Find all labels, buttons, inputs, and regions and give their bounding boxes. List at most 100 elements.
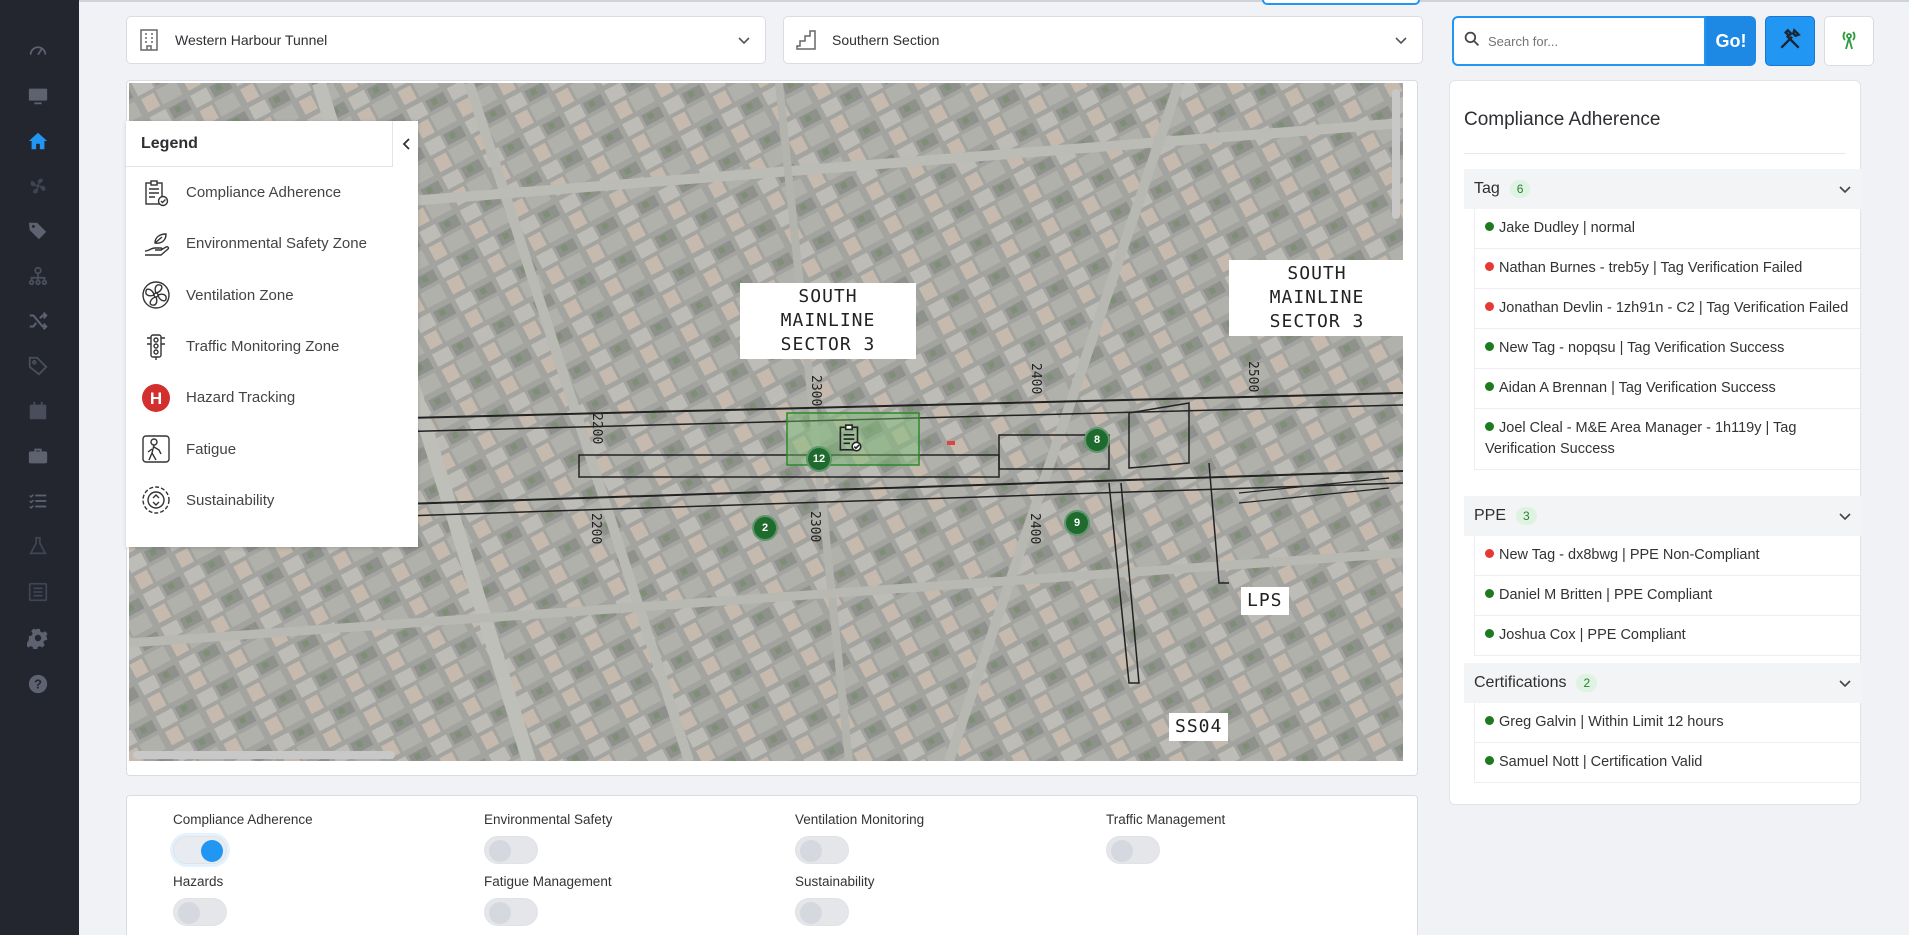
- legend-item-label: Hazard Tracking: [186, 389, 296, 407]
- chevron-down-icon: [1839, 186, 1851, 194]
- section-name: Certifications: [1474, 674, 1567, 691]
- tired-person-icon: [140, 433, 172, 465]
- section-name: Tag: [1474, 180, 1500, 197]
- switch-knob: [800, 902, 822, 924]
- entry-text: New Tag - dx8bwg | PPE Non-Compliant: [1499, 547, 1760, 563]
- sidebar: ?: [0, 0, 79, 935]
- traffic-switch[interactable]: [1106, 836, 1160, 864]
- section-select[interactable]: Southern Section: [783, 16, 1423, 64]
- toggle-environmental: Environmental Safety: [484, 812, 612, 864]
- list-box-icon[interactable]: [24, 578, 52, 606]
- signal-tower-button[interactable]: [1824, 16, 1874, 66]
- list-item[interactable]: Joshua Cox | PPE Compliant: [1475, 616, 1862, 656]
- checklist-icon[interactable]: [24, 487, 52, 515]
- home-icon[interactable]: [24, 127, 52, 155]
- flask-icon[interactable]: [24, 532, 52, 560]
- list-item[interactable]: Nathan Burnes - treb5y | Tag Verificatio…: [1475, 249, 1862, 289]
- toggle-label: Sustainability: [795, 874, 875, 889]
- tools-button[interactable]: [1765, 16, 1815, 66]
- list-item[interactable]: Daniel M Britten | PPE Compliant: [1475, 576, 1862, 616]
- svg-text:2500: 2500: [1245, 361, 1260, 392]
- toggle-compliance: Compliance Adherence: [173, 812, 313, 864]
- dashboard-gauge-icon[interactable]: [24, 36, 52, 64]
- section-header-ppe[interactable]: PPE 3: [1464, 496, 1862, 536]
- svg-text:2300: 2300: [807, 511, 822, 542]
- map-marker[interactable]: 12: [806, 446, 832, 472]
- list-item[interactable]: Greg Galvin | Within Limit 12 hours: [1475, 703, 1862, 743]
- monitor-icon[interactable]: [24, 82, 52, 110]
- list-item[interactable]: New Tag - nopqsu | Tag Verification Succ…: [1475, 329, 1862, 369]
- fan-icon: [140, 279, 172, 311]
- map-marker[interactable]: 8: [1084, 427, 1110, 453]
- entry-text: Nathan Burnes - treb5y | Tag Verificatio…: [1499, 260, 1803, 276]
- leaf-hand-icon: [140, 228, 172, 260]
- map-vertical-scrollbar[interactable]: [1392, 89, 1400, 219]
- list-item[interactable]: Jake Dudley | normal: [1475, 209, 1862, 249]
- list-item[interactable]: New Tag - dx8bwg | PPE Non-Compliant: [1475, 536, 1862, 576]
- entry-text: Joshua Cox | PPE Compliant: [1499, 627, 1686, 643]
- calendar-icon[interactable]: [24, 397, 52, 425]
- entry-text: Joel Cleal - M&E Area Manager - 1h119y |…: [1485, 420, 1797, 457]
- section-header-tag[interactable]: Tag 6: [1464, 169, 1862, 209]
- map-legend: Legend Compliance Adherence Environmenta…: [126, 121, 418, 547]
- hazard-h-icon: H: [140, 382, 172, 414]
- gear-icon[interactable]: [24, 624, 52, 652]
- top-tab-indicator[interactable]: [1262, 0, 1420, 5]
- toggle-label: Hazards: [173, 874, 224, 889]
- legend-item-compliance: Compliance Adherence: [126, 167, 392, 218]
- legend-item-environmental: Environmental Safety Zone: [126, 218, 392, 269]
- legend-item-ventilation: Ventilation Zone: [126, 270, 392, 321]
- compliance-switch[interactable]: [173, 836, 227, 864]
- svg-text:2200: 2200: [589, 413, 604, 444]
- list-item[interactable]: Joel Cleal - M&E Area Manager - 1h119y |…: [1475, 409, 1862, 470]
- entry-text: Samuel Nott | Certification Valid: [1499, 754, 1703, 770]
- map-marker[interactable]: 9: [1064, 510, 1090, 536]
- ventilation-switch[interactable]: [795, 836, 849, 864]
- tags-icon[interactable]: [24, 217, 52, 245]
- list-item[interactable]: Aidan A Brennan | Tag Verification Succe…: [1475, 369, 1862, 409]
- legend-item-label: Traffic Monitoring Zone: [186, 338, 340, 356]
- legend-item-label: Environmental Safety Zone: [186, 235, 367, 253]
- compliance-clipboard-icon[interactable]: [837, 423, 863, 453]
- sustainability-switch[interactable]: [795, 898, 849, 926]
- toggle-hazards: Hazards: [173, 874, 227, 926]
- fatigue-switch[interactable]: [484, 898, 538, 926]
- count-badge: 3: [1516, 507, 1537, 525]
- hazards-switch[interactable]: [173, 898, 227, 926]
- help-icon[interactable]: ?: [24, 670, 52, 698]
- site-select-value: Western Harbour Tunnel: [175, 32, 328, 48]
- svg-text:2400: 2400: [1028, 363, 1043, 394]
- tag-outline-icon[interactable]: [24, 352, 52, 380]
- site-select[interactable]: Western Harbour Tunnel: [126, 16, 766, 64]
- search-box: [1452, 16, 1706, 66]
- svg-text:2300: 2300: [808, 375, 823, 406]
- environmental-switch[interactable]: [484, 836, 538, 864]
- org-chart-icon[interactable]: [24, 262, 52, 290]
- sector-label-line: SOUTH MAINLINE: [1269, 263, 1365, 308]
- section-header-certifications[interactable]: Certifications 2: [1464, 663, 1862, 703]
- search-input[interactable]: [1488, 33, 1688, 49]
- status-dot: [1485, 422, 1494, 431]
- status-dot: [1485, 382, 1494, 391]
- shuffle-icon[interactable]: [24, 307, 52, 335]
- chevron-down-icon: [1839, 680, 1851, 688]
- switch-knob: [178, 902, 200, 924]
- compliance-title: Compliance Adherence: [1464, 109, 1661, 130]
- search-go-button[interactable]: Go!: [1706, 16, 1756, 66]
- legend-item-traffic: Traffic Monitoring Zone: [126, 321, 392, 372]
- chevron-down-icon: [1394, 33, 1408, 47]
- fan-icon[interactable]: [24, 172, 52, 200]
- status-dot: [1485, 716, 1494, 725]
- compliance-panel: Compliance Adherence Tag 6 Jake Dudley |…: [1449, 80, 1862, 805]
- section-name: PPE: [1474, 507, 1507, 524]
- switch-knob: [1111, 840, 1133, 862]
- map-marker[interactable]: 2: [752, 515, 778, 541]
- briefcase-icon[interactable]: [24, 442, 52, 470]
- list-item[interactable]: Jonathan Devlin - 1zh91n - C2 | Tag Veri…: [1475, 289, 1862, 329]
- map-horizontal-scrollbar[interactable]: [133, 751, 395, 759]
- legend-collapse-button[interactable]: [392, 121, 418, 167]
- list-item[interactable]: Samuel Nott | Certification Valid: [1475, 743, 1862, 783]
- ppe-entries: New Tag - dx8bwg | PPE Non-Compliant Dan…: [1474, 536, 1862, 656]
- switch-knob: [800, 840, 822, 862]
- clipboard-check-icon: [140, 177, 172, 209]
